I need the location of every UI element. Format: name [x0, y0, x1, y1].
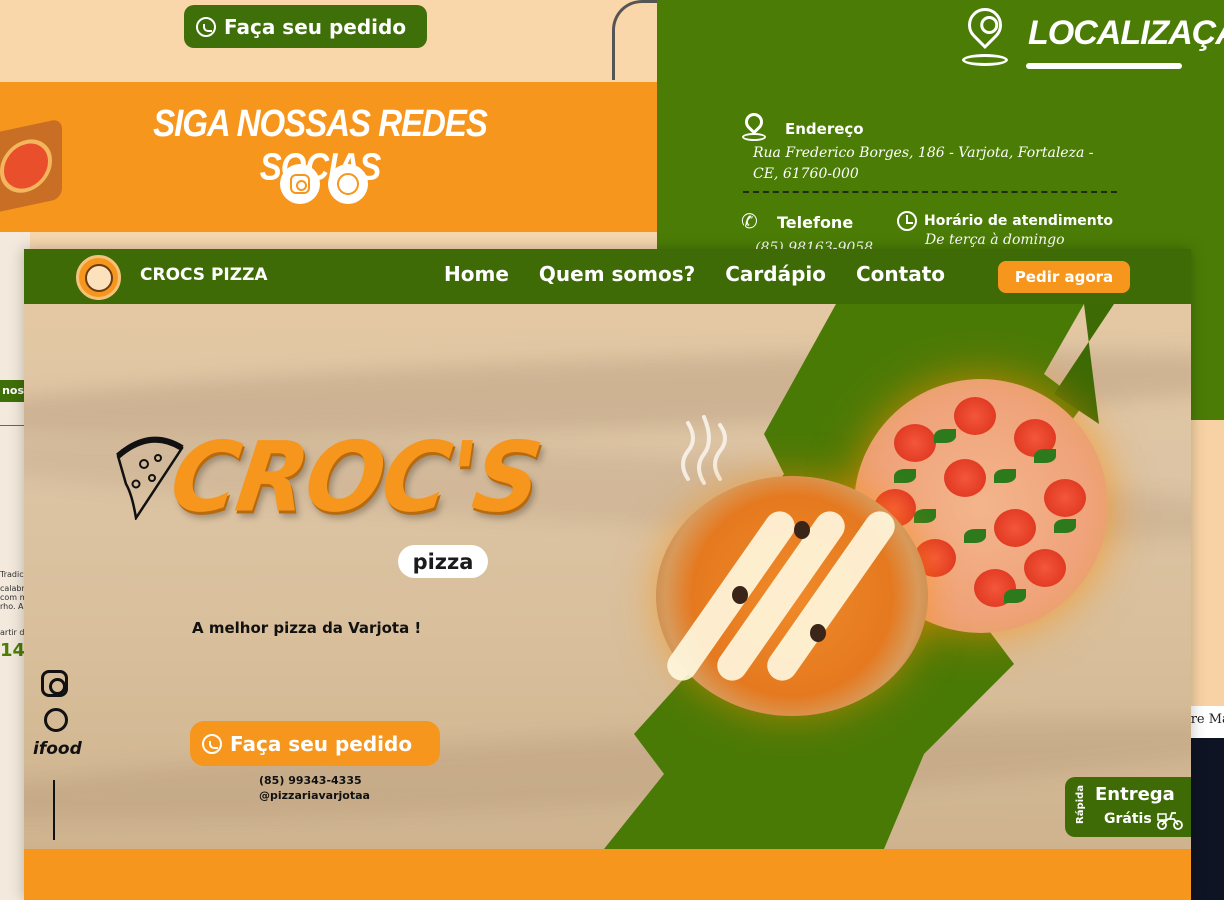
hero-title: CROC'S	[164, 421, 547, 534]
hero-phone: (85) 99343-4335	[259, 774, 362, 787]
hours-label: Horário de atendimento	[924, 213, 1114, 229]
address-label: Endereço	[785, 120, 864, 138]
main-bottom-band	[24, 849, 1191, 900]
clock-icon	[897, 211, 917, 231]
delivery-badge: Rápida Entrega Grátis	[1065, 777, 1191, 837]
instagram-icon	[290, 174, 310, 194]
nav-link-home[interactable]: Home	[444, 262, 509, 286]
chicken-pizza-image	[656, 476, 928, 716]
location-title: LOCALIZAÇÃO	[1028, 14, 1224, 52]
social-title: SIGA NOSSAS REDES SOCIAS	[153, 101, 488, 188]
side-divider	[53, 780, 55, 840]
location-pin-icon	[960, 0, 1010, 66]
background-order-label: Faça seu pedido	[224, 14, 407, 39]
phone-icon: ✆	[741, 209, 758, 233]
social-instagram-button[interactable]	[280, 164, 320, 204]
nav-link-about[interactable]: Quem somos?	[539, 262, 695, 286]
hero-subtitle-tag: pizza	[398, 545, 488, 578]
hero-handle: @pizzariavarjotaa	[259, 789, 370, 802]
nav-link-menu[interactable]: Cardápio	[725, 262, 826, 286]
left-fragment-text: artir d	[0, 628, 25, 637]
location-divider	[743, 191, 1117, 193]
nav-link-contact[interactable]: Contato	[856, 262, 945, 286]
steam-icon	[681, 415, 727, 485]
delivery-rapida: Rápida	[1075, 785, 1086, 824]
address-pin-icon	[741, 109, 767, 141]
instagram-icon[interactable]	[41, 670, 68, 697]
left-fragment-tag: nos	[0, 380, 24, 402]
ifood-logo[interactable]: ifood	[33, 739, 82, 759]
left-fragment-text: Tradic	[0, 570, 24, 579]
delivery-entrega: Entrega	[1095, 784, 1175, 805]
hero-tagline: A melhor pizza da Varjota !	[192, 619, 422, 637]
order-now-button[interactable]: Pedir agora	[998, 261, 1130, 293]
navbar: CROCS PIZZA Home Quem somos? Cardápio Co…	[24, 249, 1191, 304]
whatsapp-icon[interactable]	[44, 708, 68, 732]
main-page: CROCS PIZZA Home Quem somos? Cardápio Co…	[24, 249, 1191, 900]
location-underline	[1026, 63, 1182, 69]
background-right-dark-panel	[1190, 738, 1224, 900]
brand-name[interactable]: CROCS PIZZA	[140, 265, 268, 285]
phone-label: Telefone	[777, 213, 854, 232]
brand-logo[interactable]	[76, 255, 121, 300]
social-whatsapp-button[interactable]	[328, 164, 368, 204]
background-order-button[interactable]: Faça seu pedido	[184, 5, 427, 48]
hero-order-button[interactable]: Faça seu pedido	[190, 721, 440, 766]
hours-text: De terça à domingo	[925, 232, 1065, 248]
left-fragment-price: 14	[0, 640, 26, 661]
address-text: Rua Frederico Borges, 186 - Varjota, For…	[753, 145, 1094, 182]
whatsapp-icon	[337, 173, 359, 195]
hero-order-label: Faça seu pedido	[230, 731, 413, 756]
whatsapp-icon	[196, 16, 216, 37]
left-fragment-divider	[0, 425, 24, 426]
hero-section: CROC'S pizza A melhor pizza da Varjota !…	[24, 304, 1191, 849]
whatsapp-icon	[202, 733, 222, 754]
oven-icon	[612, 0, 658, 80]
pizza-box-image	[0, 118, 62, 212]
background-right-panel	[1190, 420, 1224, 710]
motorcycle-icon	[1157, 812, 1183, 830]
nav-links: Home Quem somos? Cardápio Contato	[444, 262, 945, 286]
delivery-gratis: Grátis	[1104, 811, 1152, 827]
